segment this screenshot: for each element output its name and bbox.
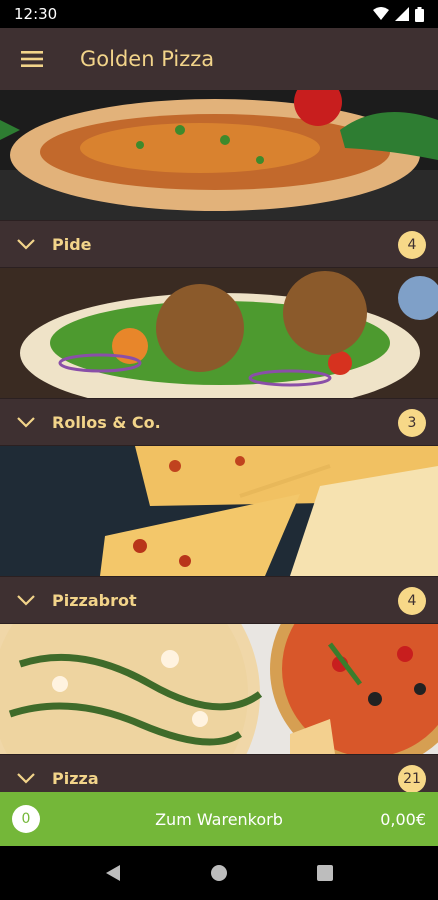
status-bar: 12:30 xyxy=(0,0,438,28)
category-image-rollos[interactable] xyxy=(0,268,438,398)
cart-label: Zum Warenkorb xyxy=(155,809,283,829)
chevron-down-icon xyxy=(17,417,35,428)
category-list[interactable]: Pide 4 Rollos & Co. 3 Pizzabrot 4 Pizza … xyxy=(0,90,438,792)
category-header-pizzabrot[interactable]: Pizzabrot 4 xyxy=(0,576,438,624)
wifi-icon xyxy=(373,7,389,20)
recents-icon[interactable] xyxy=(317,865,334,881)
category-image-pizza[interactable] xyxy=(0,624,438,754)
chevron-down-icon xyxy=(17,595,35,606)
app-title: Golden Pizza xyxy=(80,47,215,71)
chevron-down-icon xyxy=(17,239,35,250)
category-count-badge: 3 xyxy=(398,409,426,437)
category-name: Rollos & Co. xyxy=(52,412,161,432)
battery-icon xyxy=(415,6,424,22)
menu-button[interactable] xyxy=(0,28,64,90)
chevron-down-icon xyxy=(17,773,35,784)
category-count-badge: 4 xyxy=(398,231,426,259)
category-header-pizza[interactable]: Pizza 21 xyxy=(0,754,438,792)
status-icons xyxy=(373,6,424,22)
category-header-pide[interactable]: Pide 4 xyxy=(0,220,438,268)
back-icon[interactable] xyxy=(105,864,121,882)
category-count-badge: 4 xyxy=(398,587,426,615)
category-name: Pizzabrot xyxy=(52,590,137,610)
cart-total: 0,00€ xyxy=(380,809,426,829)
category-name: Pizza xyxy=(52,768,99,788)
home-icon[interactable] xyxy=(210,864,228,882)
category-image-pide[interactable] xyxy=(0,90,438,220)
status-time: 12:30 xyxy=(14,5,58,23)
category-header-rollos[interactable]: Rollos & Co. 3 xyxy=(0,398,438,446)
cart-button[interactable]: 0 Zum Warenkorb 0,00€ xyxy=(0,792,438,846)
signal-icon xyxy=(395,7,409,21)
menu-icon xyxy=(21,51,43,67)
category-image-pizzabrot[interactable] xyxy=(0,446,438,576)
app-bar: Golden Pizza xyxy=(0,28,438,90)
system-nav-bar xyxy=(0,846,438,900)
category-count-badge: 21 xyxy=(398,765,426,792)
category-name: Pide xyxy=(52,234,92,254)
